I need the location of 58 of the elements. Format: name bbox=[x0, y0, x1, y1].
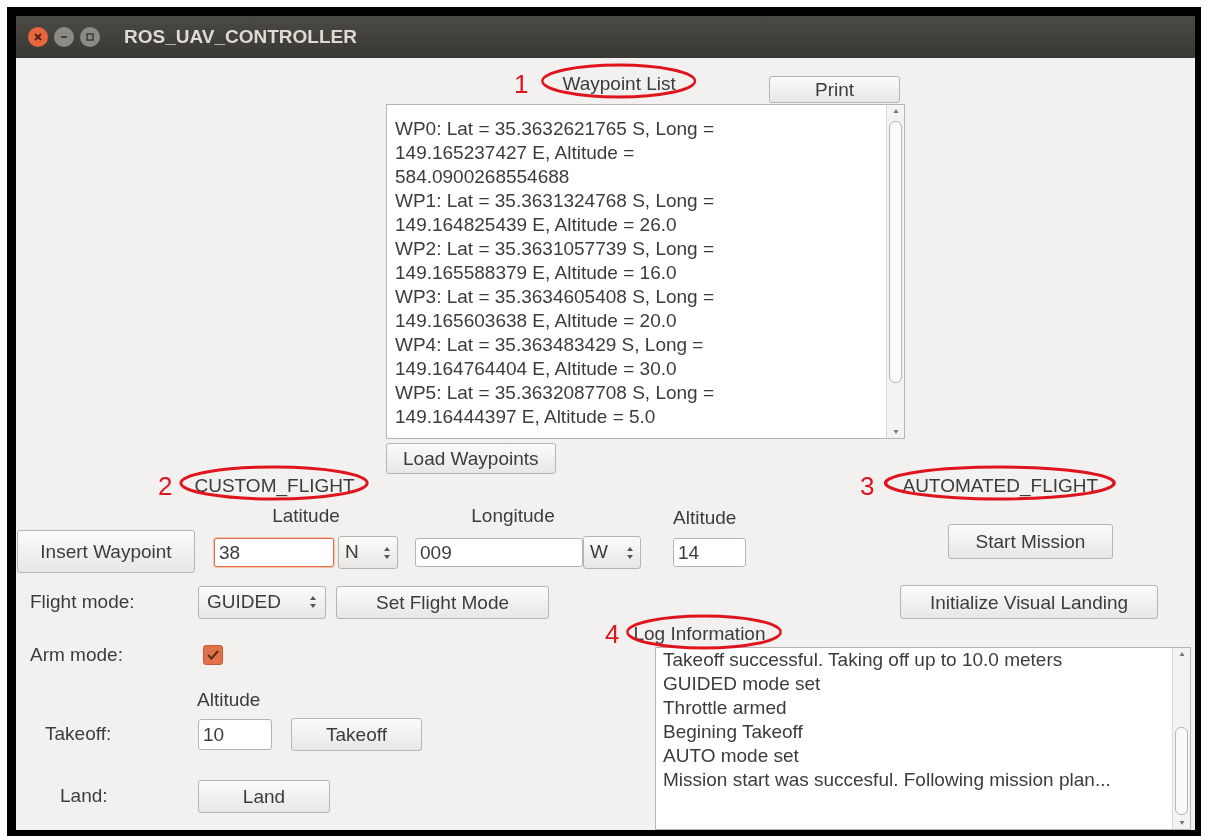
checkmark-icon bbox=[206, 648, 220, 663]
insert-waypoint-button[interactable]: Insert Waypoint bbox=[17, 530, 195, 573]
arm-mode-label: Arm mode: bbox=[29, 643, 124, 667]
window-title: ROS_UAV_CONTROLLER bbox=[124, 24, 357, 49]
minimize-icon[interactable] bbox=[54, 27, 74, 47]
load-waypoints-button[interactable]: Load Waypoints bbox=[386, 443, 556, 474]
takeoff-button[interactable]: Takeoff bbox=[291, 718, 422, 751]
field-label: Altitude bbox=[673, 505, 738, 530]
waypoint-entry: WP5: Lat = 35.3632087708 S, Long = 149.16444397 E, Altitude = 5.0 bbox=[395, 381, 716, 429]
log-line: Begining Takeoff bbox=[663, 720, 804, 744]
waypoint-entry: WP0: Lat = 35.3632621765 S, Long = 149.165237427 E, Altitude = 584.0900268554688 bbox=[395, 117, 716, 189]
arm-checkbox[interactable] bbox=[203, 645, 223, 666]
flight-mode-dropdown[interactable]: GUIDED bbox=[198, 585, 326, 619]
hemisphere-spinbox[interactable]: W bbox=[583, 536, 641, 569]
section-label: AUTOMATED_FLIGHT bbox=[902, 474, 1099, 496]
waypoint-entry: WP1: Lat = 35.3631324768 S, Long = 149.164825439 E, Altitude = 26.0 bbox=[395, 189, 716, 237]
annotation-number: 1 bbox=[514, 71, 529, 97]
land-button[interactable]: Land bbox=[198, 780, 330, 813]
longitude-field[interactable]: 009 bbox=[415, 538, 583, 567]
up-down-arrows-icon bbox=[626, 545, 634, 560]
log-line: Mission start was succesful. Following mission plan... bbox=[663, 768, 1112, 792]
section-label: CUSTOM_FLIGHT bbox=[194, 474, 355, 496]
log-line: AUTO mode set bbox=[663, 744, 800, 768]
altitude-field[interactable]: 14 bbox=[673, 538, 746, 567]
takeoff-altitude-field[interactable]: 10 bbox=[198, 719, 272, 750]
hemisphere-spinbox[interactable]: N bbox=[338, 536, 398, 569]
land-label: Land: bbox=[59, 784, 109, 809]
field-label: Altitude bbox=[197, 687, 262, 712]
scroll-up-arrow-icon[interactable] bbox=[1177, 650, 1186, 658]
latitude-field[interactable]: 38 bbox=[214, 538, 334, 567]
waypoint-entry: WP4: Lat = 35.363483429 S, Long = 149.164764404 E, Altitude = 30.0 bbox=[395, 333, 705, 381]
scrollbar[interactable] bbox=[886, 105, 904, 438]
scroll-up-arrow-icon[interactable] bbox=[891, 107, 900, 115]
log-line: Throttle armed bbox=[663, 696, 788, 720]
annotation-number: 2 bbox=[158, 472, 173, 499]
section-label: Log Information bbox=[633, 622, 766, 644]
log-line: GUIDED mode set bbox=[663, 672, 822, 696]
annotation-number: 3 bbox=[860, 472, 875, 499]
log-line: Takeoff successful. Taking off up to 10.0 meters bbox=[663, 648, 1064, 672]
print-button[interactable]: Print bbox=[769, 75, 900, 103]
waypoint-entry: WP2: Lat = 35.3631057739 S, Long = 149.165588379 E, Altitude = 16.0 bbox=[395, 237, 716, 285]
maximize-icon[interactable] bbox=[80, 27, 100, 47]
initialize-visual-landing-button[interactable]: Initialize Visual Landing bbox=[900, 585, 1158, 619]
field-label: Longitude bbox=[470, 503, 556, 528]
close-icon[interactable] bbox=[28, 27, 48, 47]
scroll-down-arrow-icon[interactable] bbox=[891, 428, 900, 436]
section-label: Waypoint List bbox=[562, 72, 676, 94]
scroll-down-arrow-icon[interactable] bbox=[1177, 819, 1186, 827]
flight-mode-label: Flight mode: bbox=[29, 589, 136, 614]
up-down-arrows-icon bbox=[309, 595, 317, 609]
field-label: Latitude bbox=[271, 503, 341, 528]
set-flight-mode-button[interactable]: Set Flight Mode bbox=[336, 585, 549, 619]
takeoff-label: Takeoff: bbox=[44, 722, 113, 747]
up-down-arrows-icon bbox=[383, 545, 391, 560]
waypoint-entry: WP3: Lat = 35.3634605408 S, Long = 149.165603638 E, Altitude = 20.0 bbox=[395, 285, 716, 333]
start-mission-button[interactable]: Start Mission bbox=[948, 524, 1113, 559]
annotation-number: 4 bbox=[605, 621, 620, 647]
scrollbar[interactable] bbox=[1172, 648, 1190, 829]
